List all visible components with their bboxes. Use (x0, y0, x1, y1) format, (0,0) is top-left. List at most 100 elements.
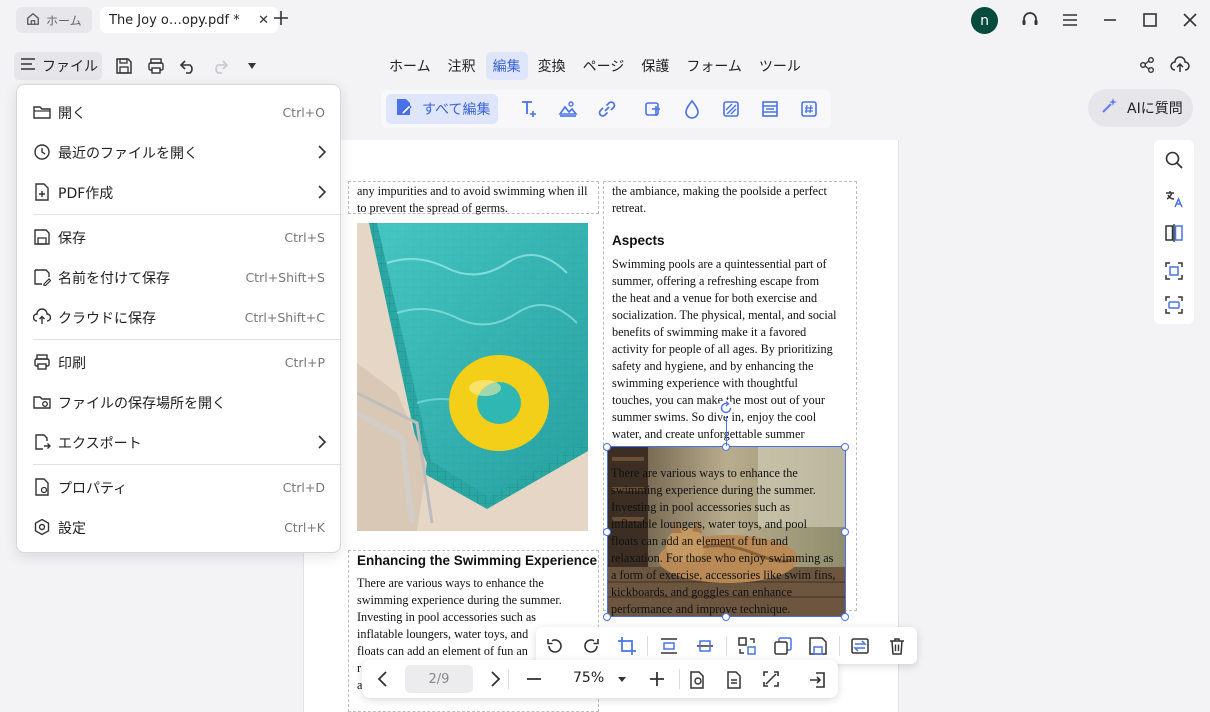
prev-page-icon[interactable] (374, 670, 392, 688)
resize-handle[interactable] (603, 443, 611, 451)
menu-item-recent-files[interactable]: 最近のファイルを開く (17, 135, 342, 169)
page-view-icon[interactable] (688, 670, 706, 689)
replace-image-icon[interactable] (737, 636, 757, 656)
crop-page-icon[interactable] (643, 99, 663, 119)
menu-item-shortcut: Ctrl+S (284, 230, 325, 245)
aspects-line: benefits of swimming make it a favored (612, 325, 807, 339)
tab-home[interactable]: ホーム (382, 52, 438, 80)
close-window-icon[interactable] (1180, 10, 1200, 30)
menu-item-open[interactable]: 開く Ctrl+O (17, 95, 342, 129)
menu-item-save-to-cloud[interactable]: クラウドに保存 Ctrl+Shift+C (17, 300, 342, 334)
menu-item-label: 設定 (58, 521, 86, 537)
menu-item-open-file-location[interactable]: ファイルの保存場所を開く (17, 385, 342, 419)
watermark-icon[interactable] (682, 99, 702, 119)
print-icon[interactable] (146, 56, 166, 76)
aspects-heading: Aspects (612, 233, 665, 248)
menu-item-label: 開く (58, 106, 86, 122)
resize-handle[interactable] (603, 613, 611, 621)
pool-image[interactable] (357, 223, 588, 531)
menu-item-save[interactable]: 保存 Ctrl+S (17, 220, 342, 254)
background-icon[interactable] (721, 99, 741, 119)
ask-ai-label: AIに質問 (1127, 101, 1183, 117)
aspects-line: touches, you can make the most out of yo… (612, 393, 825, 407)
delete-icon[interactable] (887, 636, 907, 656)
text-block-left-top[interactable]: any impurities and to avoid swimming whe… (348, 181, 599, 215)
menu-item-label: クラウドに保存 (58, 311, 156, 327)
page-layout-icon[interactable] (725, 670, 743, 689)
flip-icon[interactable] (850, 636, 870, 656)
zoom-dropdown-icon[interactable] (617, 672, 635, 690)
align-top-icon[interactable] (659, 636, 679, 656)
save-icon[interactable] (114, 56, 134, 76)
resize-handle[interactable] (722, 613, 730, 621)
export-icon (33, 433, 51, 451)
close-tab-icon[interactable]: ✕ (258, 13, 269, 28)
menu-item-label: プロパティ (58, 481, 128, 497)
share-icon[interactable] (1138, 56, 1158, 76)
resize-handle[interactable] (841, 613, 849, 621)
document-tab[interactable]: The Joy o…opy.pdf * ✕ (100, 7, 278, 33)
ask-ai-button[interactable]: AIに質問 (1088, 89, 1193, 127)
exit-view-icon[interactable] (807, 670, 825, 688)
crop-icon[interactable] (617, 636, 637, 656)
resize-handle[interactable] (603, 528, 611, 536)
next-page-icon[interactable] (486, 670, 504, 688)
menu-item-export[interactable]: エクスポート (17, 425, 342, 459)
rotate-handle-icon[interactable] (718, 400, 734, 416)
zoom-out-icon[interactable] (525, 670, 543, 688)
page-number-input[interactable]: 2/9 (405, 665, 473, 693)
resize-handle[interactable] (841, 528, 849, 536)
menu-item-create-pdf[interactable]: PDF作成 (17, 175, 342, 209)
cloud-upload-icon[interactable] (1170, 56, 1190, 76)
tab-annotate[interactable]: 注釈 (441, 52, 483, 80)
home-tab[interactable]: ホーム (16, 7, 92, 33)
save-image-icon[interactable] (808, 636, 828, 656)
avatar[interactable]: n (971, 7, 998, 34)
rotate-right-icon[interactable] (581, 636, 601, 656)
edit-all-button[interactable]: すべて編集 (386, 94, 498, 124)
quick-access-dropdown-icon[interactable] (242, 56, 262, 76)
resize-handle[interactable] (841, 443, 849, 451)
rotate-left-icon[interactable] (545, 636, 565, 656)
file-plus-icon (33, 183, 51, 201)
maximize-icon[interactable] (1140, 10, 1160, 30)
menu-item-print[interactable]: 印刷 Ctrl+P (17, 345, 342, 379)
tab-form[interactable]: フォーム (679, 52, 749, 80)
align-center-icon[interactable] (695, 636, 715, 656)
tab-tools[interactable]: ツール (752, 52, 808, 80)
tab-page[interactable]: ページ (576, 52, 632, 80)
copy-image-icon[interactable] (773, 636, 793, 656)
aspects-line: water, and create unforgettable summer (612, 427, 805, 441)
screenshot-icon[interactable] (1164, 295, 1184, 315)
menu-item-properties[interactable]: プロパティ Ctrl+D (17, 470, 342, 504)
tab-edit[interactable]: 編集 (485, 52, 528, 80)
add-image-icon[interactable] (558, 99, 578, 119)
menu-item-shortcut: Ctrl+O (282, 105, 325, 120)
zoom-level[interactable]: 75% (573, 670, 604, 686)
new-tab-icon[interactable] (270, 9, 292, 31)
search-icon[interactable] (1164, 150, 1184, 170)
edit-all-label: すべて編集 (422, 102, 491, 118)
hamburger-menu-icon[interactable] (1060, 10, 1080, 30)
zoom-in-icon[interactable] (648, 670, 666, 688)
bates-numbering-icon[interactable] (799, 99, 819, 119)
menu-item-settings[interactable]: 設定 Ctrl+K (17, 510, 342, 544)
header-footer-icon[interactable] (760, 99, 780, 119)
undo-icon[interactable] (178, 56, 198, 76)
menu-item-label: 印刷 (58, 356, 86, 372)
headset-icon[interactable] (1020, 10, 1040, 30)
minimize-icon[interactable] (1100, 10, 1120, 30)
add-text-icon[interactable] (519, 99, 539, 119)
menu-item-save-as[interactable]: 名前を付けて保存 Ctrl+Shift+S (17, 260, 342, 294)
translate-icon[interactable] (1164, 189, 1184, 209)
fullscreen-icon[interactable] (762, 670, 780, 688)
toolbar-divider (726, 636, 727, 656)
properties-icon (33, 478, 51, 496)
add-link-icon[interactable] (597, 99, 617, 119)
settings-icon (33, 518, 51, 536)
tab-protect[interactable]: 保護 (634, 52, 676, 80)
file-menu-button[interactable]: ファイル (14, 52, 102, 80)
ocr-scan-icon[interactable] (1164, 261, 1184, 281)
tab-convert[interactable]: 変換 (531, 52, 573, 80)
compare-icon[interactable] (1164, 223, 1184, 243)
